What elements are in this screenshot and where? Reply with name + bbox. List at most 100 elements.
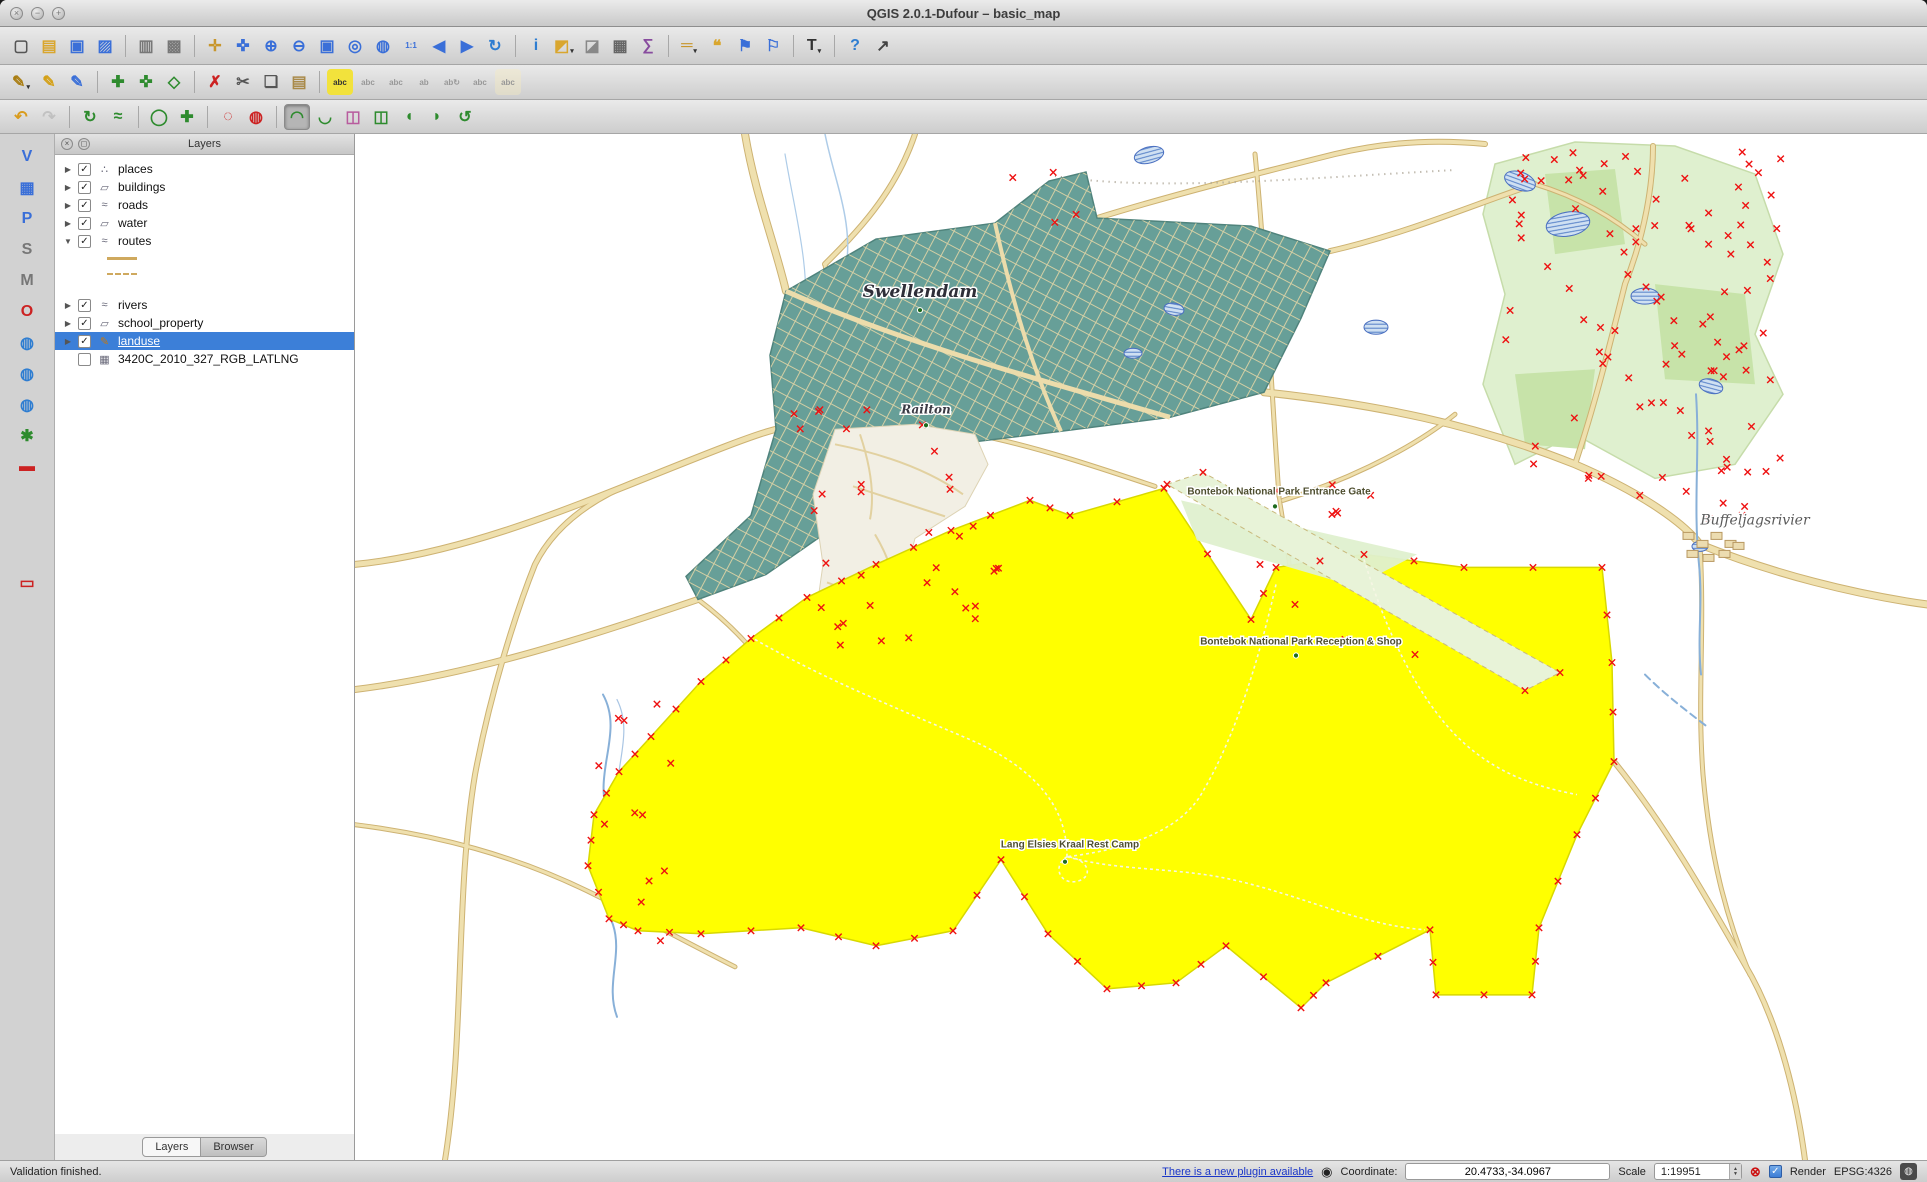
layer-item-water[interactable]: ▶▱water [55, 214, 354, 232]
coordinate-input[interactable] [1405, 1163, 1610, 1180]
map-view[interactable]: SwellendamRailtonBontebok National Park … [355, 134, 1927, 1160]
pan-map[interactable]: ✛ [202, 33, 228, 59]
move-feature[interactable]: ✜ [133, 69, 159, 95]
split-features[interactable]: ◫ [368, 104, 394, 130]
text-annotation[interactable]: T▾ [801, 33, 827, 59]
new-print-composer[interactable]: ▥ [133, 33, 159, 59]
new-shapefile-layer[interactable]: ✱ [14, 423, 40, 449]
add-vector-layer[interactable]: V [14, 144, 40, 170]
add-raster-layer[interactable]: ▦ [14, 175, 40, 201]
field-calculator[interactable]: ∑ [635, 33, 661, 59]
layer-visibility-checkbox[interactable] [78, 317, 91, 330]
tab-browser[interactable]: Browser [201, 1137, 266, 1157]
titlebar[interactable]: × − + QGIS 2.0.1-Dufour – basic_map [0, 0, 1927, 27]
layer-item-roads[interactable]: ▶≈roads [55, 196, 354, 214]
save-project[interactable]: ▣ [64, 33, 90, 59]
zoom-to-layer[interactable]: ◍ [370, 33, 396, 59]
copy-features[interactable]: ❏ [258, 69, 284, 95]
close-window-button[interactable]: × [10, 7, 23, 20]
select-features[interactable]: ◩▾ [551, 33, 577, 59]
help-contents[interactable]: ? [842, 33, 868, 59]
scale-stepper-icon[interactable]: ▲▼ [1729, 1164, 1741, 1179]
layer-visibility-checkbox[interactable] [78, 335, 91, 348]
whats-this[interactable]: ↗ [870, 33, 896, 59]
add-wfs-layer[interactable]: ◍ [14, 392, 40, 418]
dropdown-arrow-icon[interactable]: ▾ [693, 47, 697, 59]
composer-manager[interactable]: ▩ [161, 33, 187, 59]
cut-features[interactable]: ✂ [230, 69, 256, 95]
layer-item-3420C_2010_327_RGB_LATLNG[interactable]: ▦3420C_2010_327_RGB_LATLNG [55, 350, 354, 368]
expand-arrow-icon[interactable]: ▶ [63, 301, 73, 310]
zoom-next[interactable]: ▶ [454, 33, 480, 59]
move-label[interactable]: ab [411, 69, 437, 95]
show-bookmarks[interactable]: ⚐ [760, 33, 786, 59]
zoom-out[interactable]: ⊖ [286, 33, 312, 59]
save-layer-edits[interactable]: ✎ [64, 69, 90, 95]
rotate-feature[interactable]: ↻ [77, 104, 103, 130]
plugin-manager-icon[interactable]: ◉ [1321, 1164, 1332, 1180]
labeling-options[interactable]: abc [327, 69, 353, 95]
crs-status-icon[interactable]: ◍ [1900, 1163, 1917, 1180]
new-bookmark[interactable]: ⚑ [732, 33, 758, 59]
layer-visibility-checkbox[interactable] [78, 199, 91, 212]
zoom-last[interactable]: ◀ [426, 33, 452, 59]
identify-features[interactable]: i [523, 33, 549, 59]
pan-to-selection[interactable]: ✜ [230, 33, 256, 59]
remove-layer[interactable]: ▬ [14, 454, 40, 480]
dropdown-arrow-icon[interactable]: ▾ [26, 83, 30, 95]
add-feature[interactable]: ✚ [105, 69, 131, 95]
layers-panel-header[interactable]: × ◻ Layers [55, 134, 354, 155]
zoom-window-button[interactable]: + [52, 7, 65, 20]
layer-item-school_property[interactable]: ▶▱school_property [55, 314, 354, 332]
layer-visibility-checkbox[interactable] [78, 217, 91, 230]
delete-ring[interactable]: ◌ [215, 104, 241, 130]
expand-arrow-icon[interactable]: ▶ [63, 319, 73, 328]
layer-symbology-item[interactable] [55, 266, 354, 282]
dropdown-arrow-icon[interactable]: ▾ [570, 47, 574, 59]
layer-visibility-checkbox[interactable] [78, 353, 91, 366]
add-ring[interactable]: ◯ [146, 104, 172, 130]
add-postgis-layer[interactable]: P [14, 206, 40, 232]
change-label[interactable]: abc [467, 69, 493, 95]
offset-curve[interactable]: ◠ [284, 104, 310, 130]
scale-combo[interactable]: 1:19951 ▲▼ [1654, 1163, 1742, 1180]
layer-visibility-checkbox[interactable] [78, 163, 91, 176]
new-project[interactable]: ▢ [8, 33, 34, 59]
rotate-point-symbols[interactable]: ↺ [452, 104, 478, 130]
layer-item-routes[interactable]: ▼≈routes [55, 232, 354, 250]
layer-item-rivers[interactable]: ▶≈rivers [55, 296, 354, 314]
open-attribute-table[interactable]: ▦ [607, 33, 633, 59]
measure[interactable]: ═▾ [676, 33, 702, 59]
expand-arrow-icon[interactable]: ▶ [63, 201, 73, 210]
label-properties[interactable]: abc [495, 69, 521, 95]
paste-features[interactable]: ▤ [286, 69, 312, 95]
stop-rendering-icon[interactable]: ⊗ [1750, 1164, 1761, 1180]
minimize-window-button[interactable]: − [31, 7, 44, 20]
expand-arrow-icon[interactable]: ▶ [63, 165, 73, 174]
reshape-features[interactable]: ◡ [312, 104, 338, 130]
refresh-map[interactable]: ↻ [482, 33, 508, 59]
current-edits[interactable]: ✎▾ [8, 69, 34, 95]
toggle-editing[interactable]: ✎ [36, 69, 62, 95]
label-toolbar-pin[interactable]: abc [355, 69, 381, 95]
delete-selected[interactable]: ✗ [202, 69, 228, 95]
map-canvas[interactable]: SwellendamRailtonBontebok National Park … [355, 134, 1927, 1160]
layer-visibility-checkbox[interactable] [78, 235, 91, 248]
merge-attributes[interactable]: ◗ [424, 104, 450, 130]
redo[interactable]: ↷ [36, 104, 62, 130]
layer-visibility-checkbox[interactable] [78, 299, 91, 312]
plugin-update-link[interactable]: There is a new plugin available [1162, 1166, 1313, 1178]
add-wms-layer[interactable]: ◍ [14, 330, 40, 356]
show-hide-labels[interactable]: abc [383, 69, 409, 95]
add-mssql-layer[interactable]: M [14, 268, 40, 294]
delete-part[interactable]: ◍ [243, 104, 269, 130]
add-oracle-layer[interactable]: O [14, 299, 40, 325]
rotate-label[interactable]: ab↻ [439, 69, 465, 95]
expand-arrow-icon[interactable]: ▶ [63, 183, 73, 192]
zoom-full-extent[interactable]: ▣ [314, 33, 340, 59]
zoom-in[interactable]: ⊕ [258, 33, 284, 59]
add-wcs-layer[interactable]: ◍ [14, 361, 40, 387]
node-tool[interactable]: ◇ [161, 69, 187, 95]
db-manager[interactable]: ▭ [14, 570, 40, 596]
layer-item-places[interactable]: ▶∴places [55, 160, 354, 178]
